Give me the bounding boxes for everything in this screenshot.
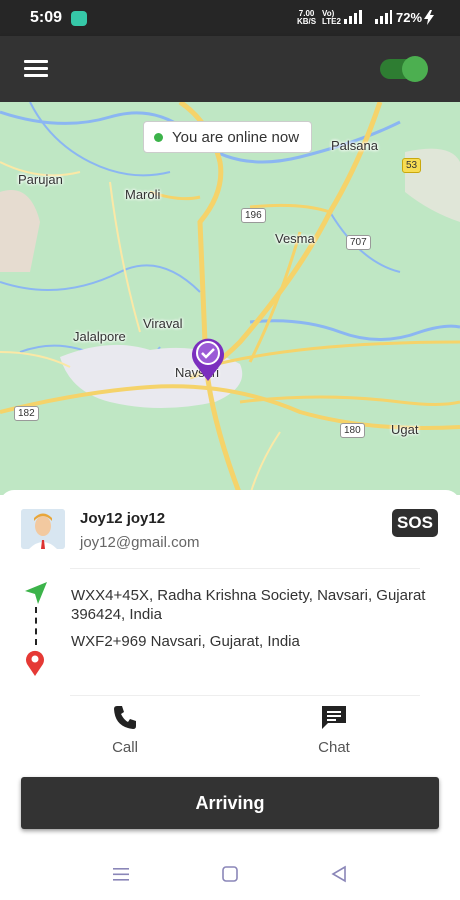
pickup-arrow-icon xyxy=(25,582,47,604)
map-label-maroli: Maroli xyxy=(125,187,161,202)
pickup-address: WXX4+45X, Radha Krishna Society, Navsari… xyxy=(71,587,426,623)
battery-charging-icon xyxy=(424,10,434,25)
route-connector xyxy=(35,607,37,645)
recent-apps-icon[interactable] xyxy=(112,865,130,883)
status-bar: 5:09 7.00 KB/S Vo) LTE2 72% xyxy=(0,0,460,36)
call-label: Call xyxy=(112,739,138,756)
hamburger-menu-icon[interactable] xyxy=(24,60,48,81)
call-button[interactable]: Call xyxy=(80,704,170,756)
divider xyxy=(70,695,420,696)
volte-bottom: LTE2 xyxy=(322,17,341,26)
rider-email: joy12@gmail.com xyxy=(80,534,200,551)
map-view[interactable]: You are online now Parujan Maroli Palsan… xyxy=(0,102,460,495)
toggle-knob[interactable] xyxy=(402,56,428,82)
volte-indicator: Vo) LTE2 xyxy=(322,10,341,26)
map-label-ugat: Ugat xyxy=(391,422,419,437)
map-label-palsana: Palsana xyxy=(331,138,378,153)
status-time: 5:09 xyxy=(30,9,63,26)
divider xyxy=(70,568,420,569)
map-label-vesma: Vesma xyxy=(275,231,315,246)
route-shield-707: 707 xyxy=(346,235,371,250)
speed-unit: KB/S xyxy=(297,17,317,26)
chat-label: Chat xyxy=(318,739,350,756)
cell-signal-icon xyxy=(344,10,392,24)
rider-name: Joy12 joy12 xyxy=(80,510,166,527)
chat-app-icon xyxy=(71,11,87,26)
battery-level: 72% xyxy=(396,10,423,25)
sos-button[interactable]: SOS xyxy=(392,509,438,537)
online-toggle[interactable] xyxy=(380,56,428,82)
dropoff-address: WXF2+969 Navsari, Gujarat, India xyxy=(71,633,300,650)
chat-icon xyxy=(322,706,346,729)
route-shield-196: 196 xyxy=(241,208,266,223)
online-status-banner: You are online now xyxy=(143,121,313,153)
app-toolbar xyxy=(0,36,460,102)
arriving-button[interactable]: Arriving xyxy=(21,777,439,829)
network-speed: 7.00 KB/S xyxy=(297,10,316,26)
dropoff-pin-icon xyxy=(26,650,44,676)
online-status-text: You are online now xyxy=(172,128,300,146)
trip-bottom-sheet: Joy12 joy12 joy12@gmail.com SOS WXX4+45X… xyxy=(0,490,460,900)
route-shield-180: 180 xyxy=(340,423,365,438)
rider-avatar xyxy=(21,509,65,549)
home-icon[interactable] xyxy=(221,865,239,883)
back-icon[interactable] xyxy=(330,865,348,883)
chat-button[interactable]: Chat xyxy=(289,704,379,756)
route-shield-182: 182 xyxy=(14,406,39,421)
route-shield-53: 53 xyxy=(402,158,422,173)
online-dot-icon xyxy=(154,132,163,142)
map-label-jalalpore: Jalalpore xyxy=(73,329,126,344)
map-label-parujan: Parujan xyxy=(18,172,63,187)
phone-icon xyxy=(114,706,136,729)
map-label-viraval: Viraval xyxy=(143,316,183,331)
driver-location-pin-icon[interactable] xyxy=(189,336,227,382)
